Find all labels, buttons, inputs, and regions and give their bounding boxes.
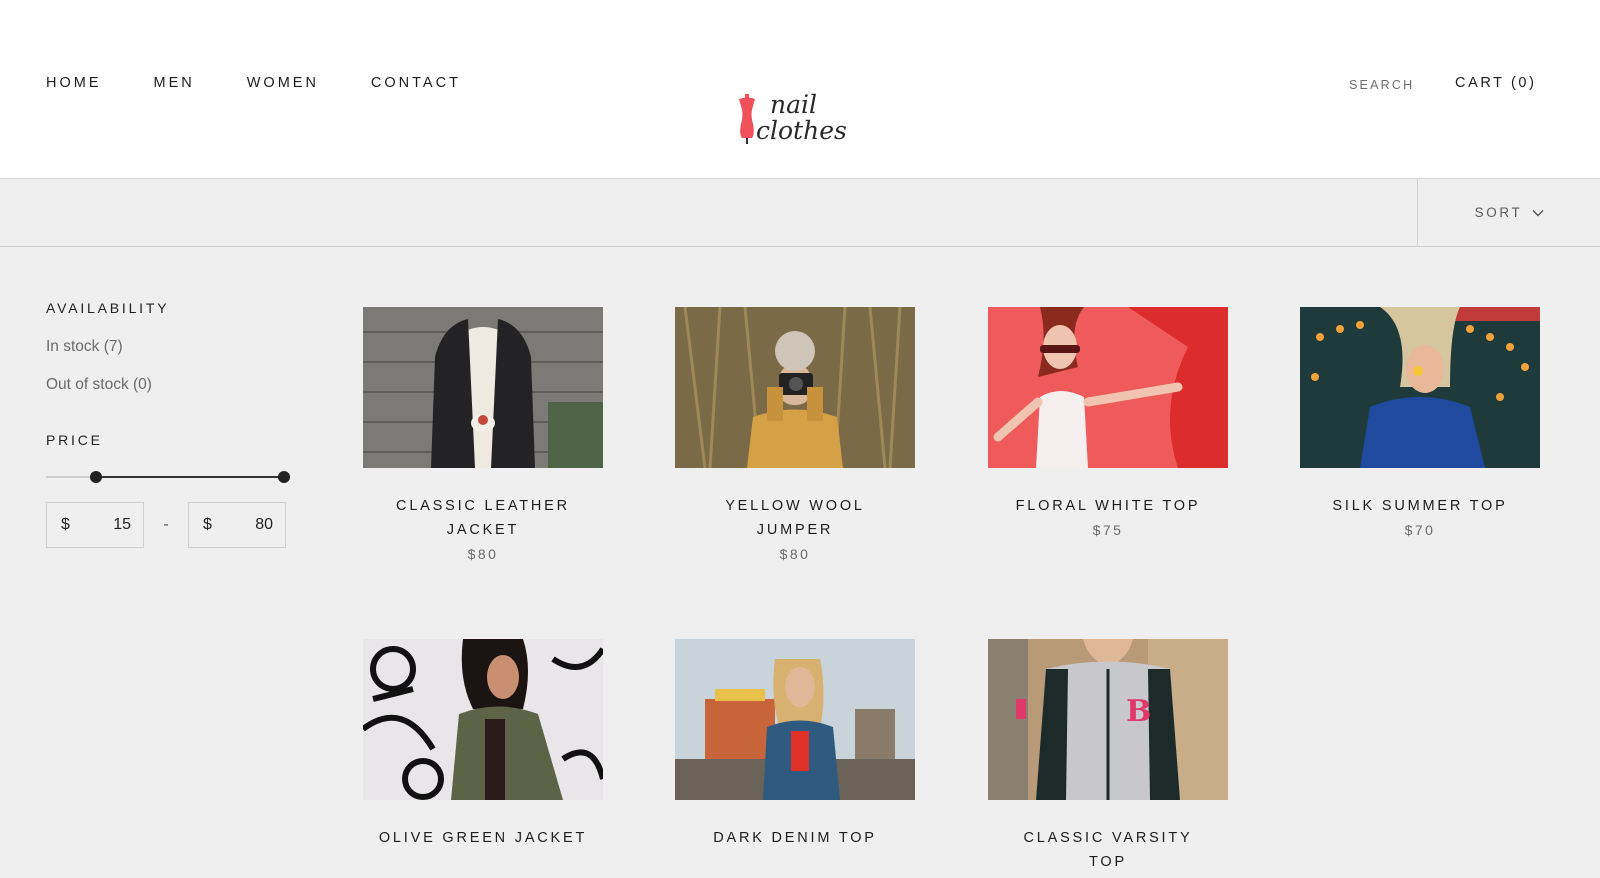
slider-range	[96, 476, 284, 478]
logo-line-2: clothes	[756, 116, 847, 145]
main-nav: HOME MEN WOMEN CONTACT	[46, 75, 513, 91]
product-price: $75	[1092, 522, 1124, 538]
filter-in-stock[interactable]: In stock (7)	[46, 338, 306, 356]
site-logo[interactable]: nail clothes	[736, 92, 847, 152]
price-range-slider[interactable]	[46, 470, 290, 484]
product-image[interactable]	[675, 307, 915, 468]
product-name[interactable]: OLIVE GREEN JACKET	[363, 826, 603, 850]
cart-link[interactable]: CART (0)	[1455, 75, 1537, 91]
product-name[interactable]: CLASSIC LEATHER JACKET	[363, 494, 603, 542]
product-name[interactable]: CLASSIC VARSITY TOP	[988, 826, 1228, 874]
product-price: $70	[1404, 522, 1436, 538]
product-card[interactable]: FLORAL WHITE TOP $75	[988, 307, 1228, 538]
price-min-value: 15	[113, 516, 131, 533]
product-image[interactable]	[363, 307, 603, 468]
currency-symbol: $	[203, 516, 212, 533]
product-price: $80	[779, 546, 811, 562]
price-title: PRICE	[46, 432, 103, 448]
price-max-field[interactable]: $ 80	[188, 502, 286, 548]
chevron-down-icon	[1532, 209, 1544, 216]
product-name[interactable]: YELLOW WOOL JUMPER	[675, 494, 915, 542]
site-header: HOME MEN WOMEN CONTACT nail clothes SEAR…	[0, 0, 1600, 179]
price-min-field[interactable]: $ 15	[46, 502, 144, 548]
nav-women[interactable]: WOMEN	[247, 75, 319, 91]
filter-sidebar: AVAILABILITY In stock (7) Out of stock (…	[46, 300, 306, 548]
product-card[interactable]: SILK SUMMER TOP $70	[1300, 307, 1540, 538]
svg-text:B: B	[1126, 694, 1151, 729]
dress-form-icon	[739, 94, 755, 144]
slider-max-handle[interactable]	[278, 471, 290, 483]
product-price: $80	[467, 546, 499, 562]
product-image[interactable]	[988, 307, 1228, 468]
product-name[interactable]: DARK DENIM TOP	[675, 826, 915, 850]
product-name[interactable]: FLORAL WHITE TOP	[988, 494, 1228, 518]
search-link[interactable]: SEARCH	[1349, 78, 1414, 92]
product-card[interactable]: DARK DENIM TOP	[675, 639, 915, 854]
nav-home[interactable]: HOME	[46, 75, 102, 91]
price-separator: -	[163, 516, 169, 533]
price-inputs: $ 15 - $ 80	[46, 502, 306, 548]
product-image[interactable]	[1300, 307, 1540, 468]
slider-min-handle[interactable]	[90, 471, 102, 483]
product-image[interactable]	[675, 639, 915, 800]
collection-toolbar: SORT	[0, 179, 1600, 247]
product-card[interactable]: CLASSIC LEATHER JACKET $80	[363, 307, 603, 562]
sort-label: SORT	[1474, 205, 1523, 220]
logo-line-1: nail	[770, 90, 817, 119]
product-image[interactable]	[363, 639, 603, 800]
availability-title: AVAILABILITY	[46, 300, 170, 316]
filter-out-of-stock[interactable]: Out of stock (0)	[46, 376, 306, 394]
nav-contact[interactable]: CONTACT	[371, 75, 461, 91]
sort-dropdown[interactable]: SORT	[1417, 179, 1600, 246]
product-image[interactable]: B	[988, 639, 1228, 800]
nav-men[interactable]: MEN	[154, 75, 195, 91]
price-max-value: 80	[255, 516, 273, 533]
product-card[interactable]: OLIVE GREEN JACKET	[363, 639, 603, 854]
product-card[interactable]: B CLASSIC VARSITY TOP	[988, 639, 1228, 878]
product-card[interactable]: YELLOW WOOL JUMPER $80	[675, 307, 915, 562]
product-name[interactable]: SILK SUMMER TOP	[1300, 494, 1540, 518]
logo-text: nail clothes	[756, 92, 847, 144]
currency-symbol: $	[61, 516, 70, 533]
